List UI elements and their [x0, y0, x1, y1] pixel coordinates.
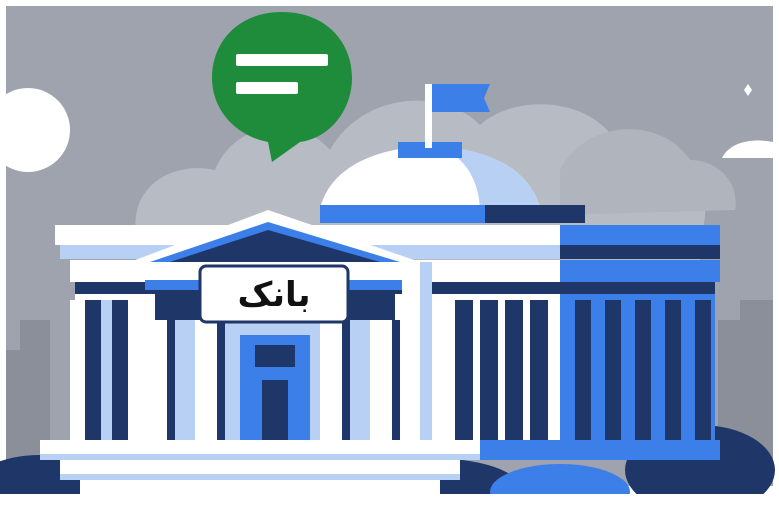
right-colonnade — [455, 300, 711, 440]
bank-sign-text: بانک — [237, 275, 310, 315]
bank-illustration: بانک — [0, 0, 779, 511]
bank-sign: بانک — [198, 264, 350, 324]
left-colonnade — [70, 300, 128, 440]
bank-illustration-svg: بانک — [0, 0, 779, 511]
